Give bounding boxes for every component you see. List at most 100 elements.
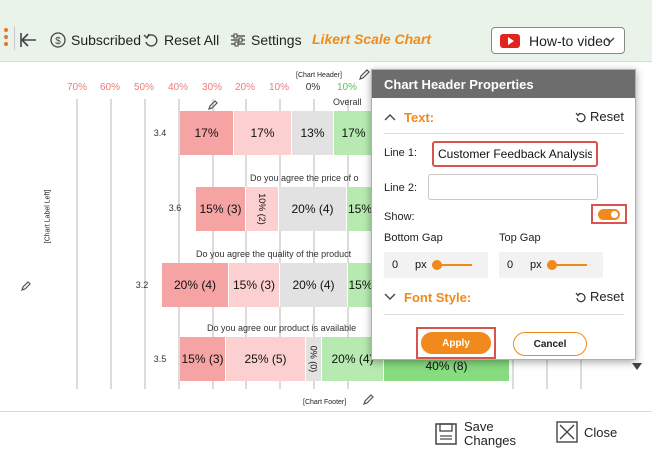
- bar-segment: 20% (4): [162, 263, 229, 307]
- grid-line: [76, 99, 78, 389]
- text-section-title: Text:: [404, 109, 435, 125]
- top-gap-slider-handle[interactable]: [547, 260, 557, 270]
- show-toggle[interactable]: [598, 209, 620, 220]
- top-gap-control[interactable]: 0 px: [499, 252, 603, 278]
- show-label: Show:: [384, 211, 415, 223]
- chevron-down-icon[interactable]: [384, 292, 396, 302]
- bar-segment: 15% (3): [196, 187, 246, 231]
- reset-icon: [143, 33, 158, 47]
- save-label: Save: [464, 419, 494, 434]
- bottom-gap-unit: px: [415, 259, 427, 271]
- youtube-icon: [500, 33, 520, 48]
- subscribed-button[interactable]: $ Subscribed: [50, 30, 141, 50]
- toolbar: $ Subscribed Reset All Settings Likert S…: [0, 0, 652, 62]
- subscribed-label: Subscribed: [71, 32, 142, 48]
- howto-video-dropdown[interactable]: How-to video: [491, 27, 625, 54]
- bar-segment-label: 0% (0): [308, 345, 319, 373]
- row-label: Do you agree our product is available: [207, 323, 357, 333]
- edit-label-pencil-icon[interactable]: [207, 99, 219, 111]
- x-tick-label: 10%: [268, 82, 290, 93]
- settings-button[interactable]: Settings: [230, 30, 302, 50]
- bottom-gap-control[interactable]: 0 px: [384, 252, 488, 278]
- close-label: Close: [584, 424, 618, 440]
- settings-label: Settings: [251, 32, 302, 48]
- edit-footer-pencil-icon[interactable]: [362, 393, 375, 406]
- top-gap-label: Top Gap: [499, 232, 541, 244]
- row-mean: 3.5: [153, 354, 167, 364]
- text-section-header[interactable]: Text: Reset: [384, 107, 624, 127]
- bottom-gap-value[interactable]: 0: [392, 259, 398, 271]
- save-changes-button[interactable]: Save Changes: [434, 420, 516, 448]
- scroll-down-icon[interactable]: [631, 360, 643, 372]
- changes-label: Changes: [464, 433, 517, 448]
- x-tick-label: 50%: [133, 82, 155, 93]
- close-button[interactable]: Close: [556, 421, 617, 443]
- grid-line: [144, 99, 146, 389]
- bar-segment: 0% (0): [306, 337, 322, 381]
- row-label: Overall: [333, 97, 362, 107]
- chevron-down-icon: [605, 37, 615, 43]
- top-gap-unit: px: [530, 259, 542, 271]
- text-reset-button[interactable]: Reset: [575, 109, 624, 124]
- back-button[interactable]: [20, 30, 43, 50]
- cancel-button[interactable]: Cancel: [513, 332, 587, 356]
- top-gap-value[interactable]: 0: [507, 259, 513, 271]
- bar-segment: 10% (2): [246, 187, 279, 231]
- font-reset-label: Reset: [590, 289, 624, 304]
- bottom-gap-label: Bottom Gap: [384, 232, 443, 244]
- edit-left-label-pencil-icon[interactable]: [20, 280, 32, 292]
- reset-all-button[interactable]: Reset All: [143, 30, 219, 50]
- chart-footer-tag[interactable]: [Chart Footer]: [303, 399, 346, 406]
- sliders-icon: [231, 33, 245, 47]
- chart-header-properties-panel: Chart Header Properties Text: Reset Line…: [371, 69, 636, 360]
- line1-input[interactable]: [432, 141, 598, 167]
- chart-left-label-tag[interactable]: [Chart Label Left]: [44, 190, 51, 244]
- save-icon: [435, 423, 457, 445]
- bar-segment: 17%: [334, 111, 374, 155]
- font-style-section-title: Font Style:: [404, 289, 472, 305]
- font-style-section-header[interactable]: Font Style: Reset: [384, 287, 624, 307]
- text-reset-label: Reset: [590, 109, 624, 124]
- x-tick-label: 40%: [167, 82, 189, 93]
- x-tick-label: 10%: [336, 82, 358, 93]
- row-mean: 3.2: [135, 280, 149, 290]
- reset-icon: [575, 292, 586, 302]
- bar-segment: 15% (3): [229, 263, 280, 307]
- line2-label: Line 2:: [384, 182, 418, 194]
- grid-line: [110, 99, 112, 389]
- row-label: Do you agree the quality of the product: [196, 249, 352, 259]
- bar-segment: 20% (4): [280, 263, 348, 307]
- divider: [384, 314, 624, 315]
- bar-segment: 13%: [292, 111, 334, 155]
- footer: Save Changes Close: [0, 411, 652, 471]
- panel-title: Chart Header Properties: [372, 70, 635, 98]
- row-mean: 3.6: [168, 203, 182, 213]
- bottom-gap-slider-handle[interactable]: [432, 260, 442, 270]
- more-options-icon[interactable]: [4, 28, 8, 48]
- app-root: $ Subscribed Reset All Settings Likert S…: [0, 0, 652, 471]
- edit-header-pencil-icon[interactable]: [358, 68, 371, 81]
- chart-header-tag[interactable]: [Chart Header]: [296, 72, 342, 79]
- chevron-up-icon[interactable]: [384, 112, 396, 122]
- bar-segment: 17%: [180, 111, 234, 155]
- app-title: Likert Scale Chart: [312, 31, 432, 47]
- close-icon: [556, 421, 578, 443]
- bar-segment: 25% (5): [226, 337, 306, 381]
- apply-highlight: Apply: [416, 327, 496, 359]
- reset-icon: [575, 112, 586, 122]
- svg-text:$: $: [55, 36, 61, 47]
- line1-label: Line 1:: [384, 147, 418, 159]
- apply-button[interactable]: Apply: [421, 332, 491, 354]
- bar-segment: 15% (3): [180, 337, 226, 381]
- x-tick-label: 0%: [305, 82, 321, 93]
- x-tick-label: 60%: [99, 82, 121, 93]
- row-mean: 3.4: [153, 128, 167, 138]
- bar-segment: 15%: [347, 187, 374, 231]
- howto-label: How-to video: [529, 32, 611, 49]
- line2-input[interactable]: [428, 174, 598, 200]
- font-reset-button[interactable]: Reset: [575, 289, 624, 304]
- toolbar-divider: [14, 26, 15, 50]
- bar-segment: 20% (4): [279, 187, 347, 231]
- x-tick-label: 20%: [234, 82, 256, 93]
- divider: [384, 133, 624, 134]
